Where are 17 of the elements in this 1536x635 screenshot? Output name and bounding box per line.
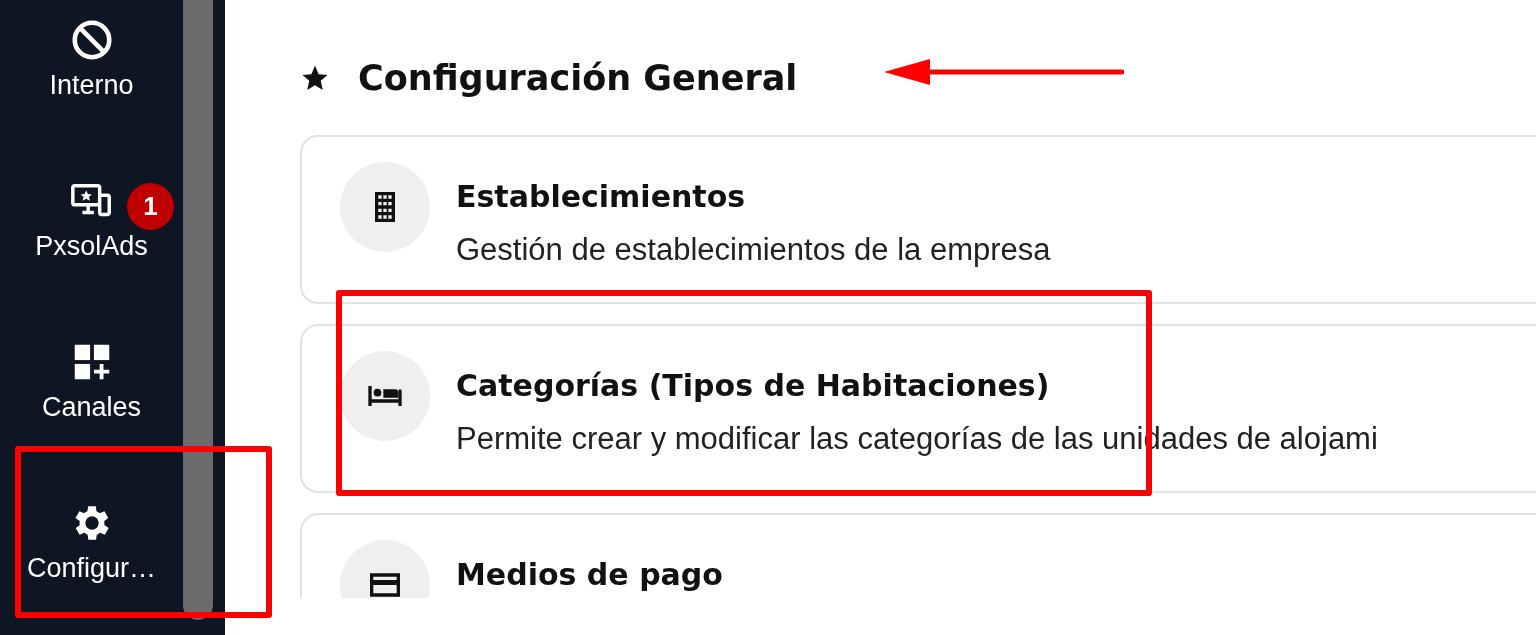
sidebar-item[interactable]: PxsolAds 1 — [0, 161, 183, 322]
sidebar-label: Configur… — [26, 552, 157, 584]
scrollbar-thumb[interactable] — [183, 0, 213, 620]
sidebar-label: PxsolAds — [35, 230, 148, 262]
sidebar-label: Interno — [49, 69, 134, 101]
page-title: Configuración General — [358, 57, 798, 100]
settings-card[interactable]: Medios de pago — [300, 512, 1536, 598]
sidebar-item[interactable]: Configur… — [0, 483, 183, 635]
card-title: Establecimientos — [456, 177, 747, 216]
sidebar-item[interactable]: Canales — [0, 322, 183, 483]
card-title: Categorías (Tipos de Habitaciones) — [456, 366, 1051, 405]
sidebar-item[interactable]: Interno — [0, 0, 183, 161]
sidebar-label: Canales — [41, 391, 142, 423]
settings-card[interactable]: Establecimientos Gestión de establecimientos de la empresa — [300, 134, 1536, 304]
card-title: Medios de pago — [456, 555, 723, 594]
card-description: Gestión de establecimientos de la empresa — [456, 230, 1051, 269]
notification-badge: 1 — [127, 183, 174, 230]
